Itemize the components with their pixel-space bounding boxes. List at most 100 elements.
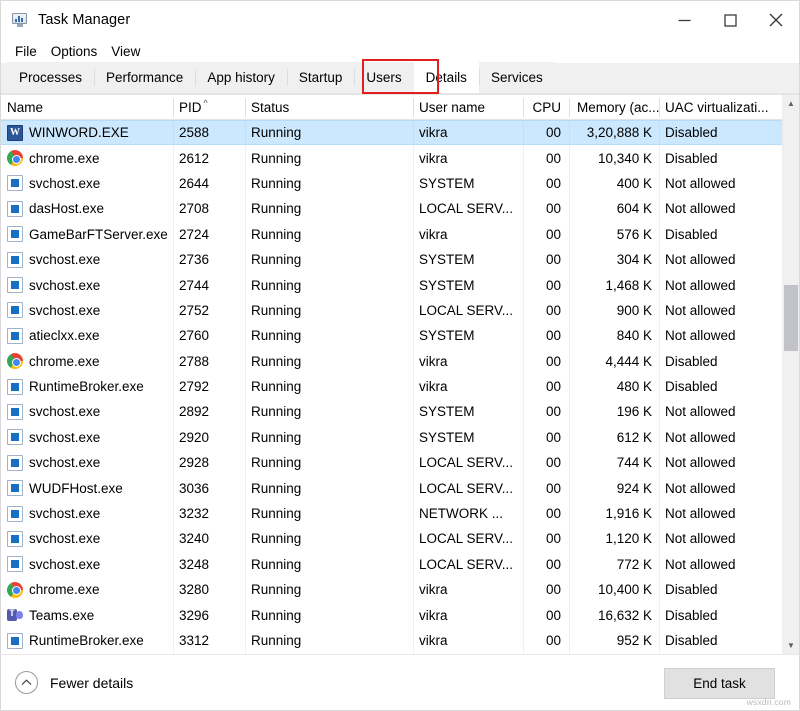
cell-memory: 10,340 K (569, 145, 659, 171)
tab-processes[interactable]: Processes (7, 62, 95, 93)
close-button[interactable] (753, 1, 799, 39)
table-row[interactable]: svchost.exe 2736 Running SYSTEM 00 304 K Not a… (1, 246, 782, 273)
table-row[interactable]: GameBarFTServer.exe 2724 Running vikra 00 576… (1, 221, 782, 247)
process-name-label: chrome.exe (29, 353, 100, 369)
end-task-button[interactable]: End task (664, 668, 775, 699)
cell-pid: 2708 (173, 196, 245, 222)
minimize-button[interactable] (661, 1, 707, 39)
column-header-memory[interactable]: Memory (ac... (569, 95, 659, 120)
table-row[interactable]: svchost.exe 2744 Running SYSTEM 00 1,468 K Not… (1, 272, 782, 298)
scroll-up-arrow-icon[interactable]: ▲ (783, 95, 799, 112)
generic-process-icon (7, 226, 23, 243)
table-row[interactable]: svchost.exe 2920 Running SYSTEM 00 612 K Not a… (1, 424, 782, 451)
cell-user-name: vikra (413, 602, 523, 628)
tab-users[interactable]: Users (354, 62, 414, 93)
table-row[interactable]: dasHost.exe 2708 Running LOCAL SERV... 00 604… (1, 196, 782, 222)
column-header-name[interactable]: Name (1, 95, 173, 120)
maximize-button[interactable] (707, 1, 753, 39)
table-row[interactable]: svchost.exe 2644 Running SYSTEM 00 400 K Not a… (1, 170, 782, 197)
cell-user-name: vikra (413, 373, 523, 400)
cell-uac-virtualization: Disabled (659, 221, 779, 247)
cell-status: Running (245, 272, 413, 298)
cell-pid: 2788 (173, 348, 245, 374)
cell-memory: 16,632 K (569, 602, 659, 628)
cell-memory: 196 K (569, 399, 659, 425)
generic-process-icon (7, 327, 23, 344)
cell-cpu: 00 (523, 196, 569, 222)
cell-name: svchost.exe (1, 526, 173, 551)
column-header-cpu[interactable]: CPU (523, 95, 569, 120)
cell-status: Running (245, 602, 413, 628)
process-name-label: svchost.exe (29, 429, 101, 445)
tab-details[interactable]: Details (413, 62, 479, 93)
column-header-status[interactable]: Status (245, 95, 413, 120)
column-header-pid[interactable]: PID ^ (173, 95, 245, 120)
table-row[interactable]: svchost.exe 2752 Running LOCAL SERV... 00 900… (1, 297, 782, 324)
tab-services[interactable]: Services (478, 62, 555, 93)
cell-user-name: LOCAL SERV... (413, 450, 523, 476)
cell-user-name: LOCAL SERV... (413, 526, 523, 552)
cell-status: Running (245, 121, 413, 145)
table-row[interactable]: W WINWORD.EXE 2588 Running vikra 00 3,20,888 K… (1, 120, 782, 146)
table-row[interactable]: svchost.exe 2892 Running SYSTEM 00 196 K Not a… (1, 399, 782, 425)
cell-memory: 612 K (569, 424, 659, 451)
table-row[interactable]: atieclxx.exe 2760 Running SYSTEM 00 840 K Not … (1, 323, 782, 349)
table-row[interactable]: svchost.exe 3232 Running NETWORK ... 00 1,916… (1, 500, 782, 527)
table-row[interactable]: RuntimeBroker.exe 2792 Running vikra 00 480 K… (1, 373, 782, 400)
cell-memory: 900 K (569, 297, 659, 324)
cell-cpu: 00 (523, 246, 569, 273)
cell-user-name: LOCAL SERV... (413, 551, 523, 578)
process-name-label: RuntimeBroker.exe (29, 379, 144, 395)
process-name-label: svchost.exe (29, 531, 101, 547)
cell-user-name: vikra (413, 121, 523, 145)
tab-startup[interactable]: Startup (286, 62, 355, 93)
scrollbar-thumb[interactable] (784, 285, 798, 352)
process-name-label: svchost.exe (29, 556, 101, 572)
process-name-label: svchost.exe (29, 404, 101, 420)
cell-pid: 2760 (173, 323, 245, 349)
cell-cpu: 00 (523, 627, 569, 654)
cell-name: RuntimeBroker.exe (1, 628, 173, 653)
scroll-down-arrow-icon[interactable]: ▼ (783, 637, 799, 654)
details-table: Name PID ^ Status User name CPU Memory (… (1, 94, 799, 654)
menu-file[interactable]: File (8, 42, 44, 61)
table-row[interactable]: chrome.exe 3280 Running vikra 00 10,400 K Disa… (1, 577, 782, 603)
cell-uac-virtualization: Not allowed (659, 246, 779, 273)
generic-process-icon (7, 505, 23, 522)
tab-performance[interactable]: Performance (94, 62, 196, 93)
table-row[interactable]: RuntimeBroker.exe 3312 Running vikra 00 952 K… (1, 627, 782, 654)
table-row[interactable]: svchost.exe 3240 Running LOCAL SERV... 00 1,1… (1, 526, 782, 552)
process-name-label: atieclxx.exe (29, 328, 100, 344)
cell-uac-virtualization: Not allowed (659, 323, 779, 349)
cell-name: chrome.exe (1, 577, 173, 602)
table-row[interactable]: WUDFHost.exe 3036 Running LOCAL SERV... 00 92… (1, 475, 782, 501)
sort-ascending-icon: ^ (203, 97, 208, 108)
generic-process-icon (7, 251, 23, 268)
generic-process-icon (7, 277, 23, 294)
teams-icon (7, 607, 23, 623)
process-name-label: svchost.exe (29, 455, 101, 471)
cell-user-name: vikra (413, 577, 523, 603)
chrome-icon (7, 150, 23, 167)
chrome-icon (7, 353, 23, 370)
fewer-details-button[interactable]: Fewer details (15, 671, 133, 694)
table-row[interactable]: chrome.exe 2788 Running vikra 00 4,444 K Disab… (1, 348, 782, 374)
menu-options[interactable]: Options (44, 42, 105, 61)
scrollbar-track[interactable] (783, 112, 799, 637)
cell-memory: 952 K (569, 627, 659, 654)
table-row[interactable]: Teams.exe 3296Runningvikra0016,632 KDisab… (1, 602, 782, 628)
cell-cpu: 00 (523, 602, 569, 628)
process-name-label: dasHost.exe (29, 201, 105, 217)
cell-pid: 2752 (173, 297, 245, 324)
column-header-uac-virtualization[interactable]: UAC virtualizati... (659, 95, 779, 120)
table-row[interactable]: svchost.exe 3248 Running LOCAL SERV... 00 772… (1, 551, 782, 578)
cell-uac-virtualization: Disabled (659, 121, 779, 145)
menu-view[interactable]: View (104, 42, 147, 61)
cell-pid: 3232 (173, 500, 245, 527)
tab-strip: Processes Performance App history Startu… (1, 59, 799, 94)
column-header-user-name[interactable]: User name (413, 95, 523, 120)
table-row[interactable]: chrome.exe 2612 Running vikra 00 10,340 K Disa… (1, 145, 782, 171)
vertical-scrollbar[interactable]: ▲ ▼ (782, 95, 799, 654)
tab-app-history[interactable]: App history (195, 62, 287, 93)
table-row[interactable]: svchost.exe 2928 Running LOCAL SERV... 00 744… (1, 450, 782, 476)
